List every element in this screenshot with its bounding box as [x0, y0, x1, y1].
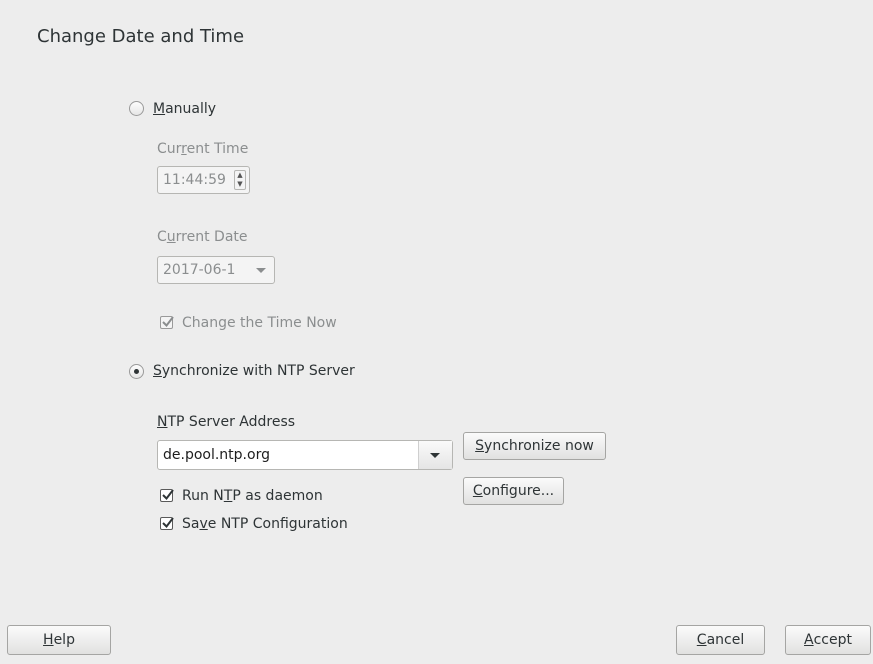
configure-button[interactable]: Configure... [463, 477, 564, 505]
save-ntp-config-checkbox[interactable] [160, 517, 174, 530]
current-date-label-mnemonic: u [166, 229, 176, 245]
configure-mnemonic: C [472, 483, 483, 499]
ntp-sync-mnemonic: S [153, 363, 162, 379]
current-time-label: Current Time [157, 141, 248, 157]
dropdown-arrow-icon [256, 268, 266, 273]
run-ntp-daemon-label-b: P as daemon [232, 488, 323, 504]
ntp-sync-radio-label[interactable]: Synchronize with NTP Server [153, 363, 355, 379]
cancel-label-rest: ancel [706, 632, 745, 648]
current-date-label-a: C [157, 229, 167, 245]
accept-mnemonic: A [804, 632, 814, 648]
save-ntp-config-label-a: Sa [182, 516, 200, 532]
current-date-label-b: rrent Date [175, 229, 248, 245]
ntp-server-dropdown-button[interactable] [418, 441, 452, 469]
cancel-button[interactable]: Cancel [676, 625, 765, 655]
checkmark-icon [162, 489, 174, 501]
synchronize-now-button[interactable]: Synchronize now [463, 432, 606, 460]
current-time-spin-buttons[interactable]: ▲ ▼ [234, 170, 246, 190]
manually-radio-label[interactable]: Manually [153, 101, 216, 117]
save-ntp-config-mnemonic: v [199, 516, 208, 532]
cancel-mnemonic: C [696, 632, 707, 648]
checkmark-icon [162, 517, 174, 529]
save-ntp-config-label-b: e NTP Configuration [207, 516, 348, 532]
manually-radio[interactable] [129, 101, 144, 116]
run-ntp-daemon-label-a: Run N [182, 488, 224, 504]
current-time-label-b: ent Time [186, 141, 249, 157]
configure-label-rest: onfigure... [482, 483, 555, 499]
chevron-up-icon[interactable]: ▲ [235, 171, 245, 180]
checkmark-icon [162, 316, 174, 328]
dropdown-arrow-icon [430, 453, 440, 458]
help-label-rest: elp [53, 632, 75, 648]
run-ntp-daemon-checkbox[interactable] [160, 489, 174, 502]
help-button[interactable]: Help [7, 625, 111, 655]
synchronize-now-mnemonic: S [475, 438, 485, 454]
ntp-server-combo[interactable]: de.pool.ntp.org [157, 440, 453, 470]
save-ntp-config-label: Save NTP Configuration [182, 516, 348, 532]
current-date-label: Current Date [157, 229, 248, 245]
current-time-label-a: Cur [157, 141, 182, 157]
help-mnemonic: H [43, 632, 54, 648]
accept-button[interactable]: Accept [785, 625, 871, 655]
change-time-now-label: Change the Time Now [182, 315, 337, 331]
current-time-value: 11:44:59 [163, 172, 226, 188]
chevron-down-icon[interactable]: ▼ [235, 180, 245, 189]
run-ntp-daemon-label: Run NTP as daemon [182, 488, 323, 504]
ntp-server-label-rest: TP Server Address [167, 414, 296, 430]
current-date-value: 2017-06-1 [163, 262, 236, 278]
ntp-sync-label-rest: ynchronize with NTP Server [161, 363, 355, 379]
ntp-server-address-label: NTP Server Address [157, 414, 295, 430]
current-date-combo[interactable]: 2017-06-1 [157, 256, 275, 284]
ntp-server-value[interactable]: de.pool.ntp.org [163, 447, 270, 463]
manually-mnemonic: M [153, 101, 166, 117]
accept-label-rest: ccept [813, 632, 852, 648]
change-time-now-checkbox[interactable] [160, 316, 174, 329]
dialog-title: Change Date and Time [37, 26, 245, 47]
ntp-server-mnemonic: N [157, 414, 168, 430]
manually-label-rest: anually [165, 101, 217, 117]
synchronize-now-label-rest: ynchronize now [484, 438, 594, 454]
ntp-sync-radio[interactable] [129, 364, 144, 379]
current-time-spinbox[interactable]: 11:44:59 ▲ ▼ [157, 166, 250, 194]
